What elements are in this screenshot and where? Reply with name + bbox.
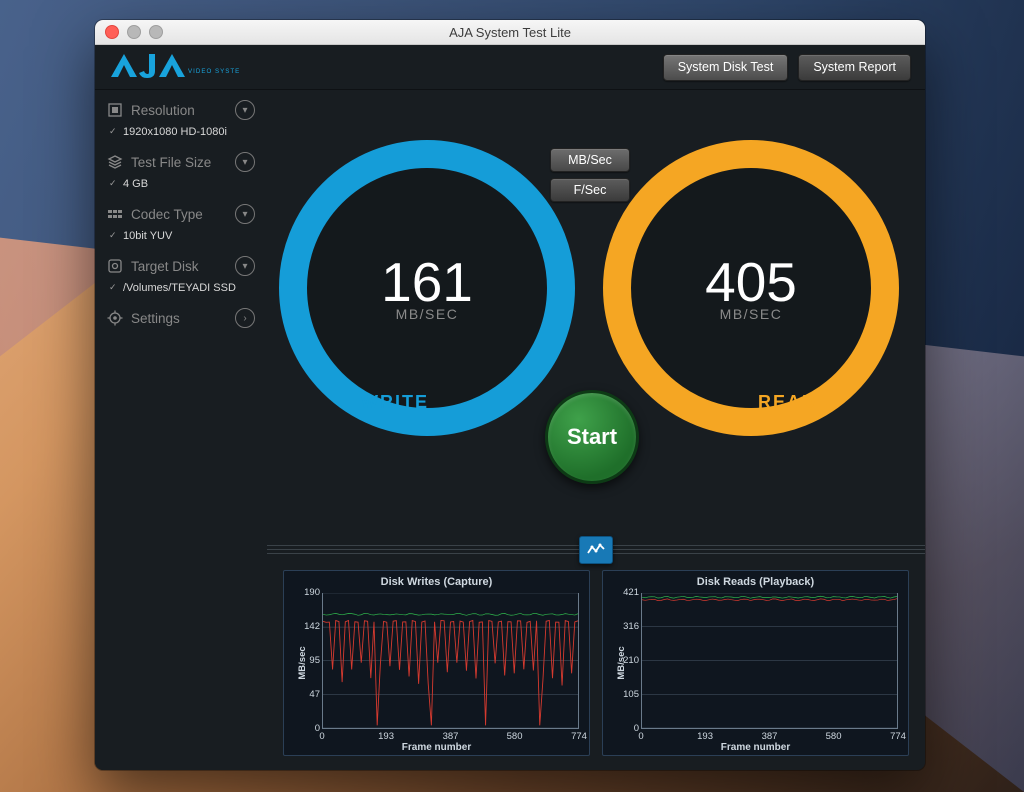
close-icon[interactable] xyxy=(105,25,119,39)
ytick-label: 316 xyxy=(617,621,639,632)
sidebar-item-settings[interactable]: Settings › xyxy=(95,302,267,332)
sidebar: Resolution ▾ 1920x1080 HD-1080i Test Fil… xyxy=(95,90,267,770)
minimize-icon xyxy=(127,25,141,39)
sidebar-item-label: Test File Size xyxy=(131,155,211,170)
xtick-label: 0 xyxy=(319,731,324,742)
app-window: AJA System Test Lite VIDEO SYSTEMS Syste… xyxy=(95,20,925,770)
read-gauge: 405 MB/SEC xyxy=(603,140,899,436)
aja-logo: VIDEO SYSTEMS xyxy=(109,51,239,83)
plot-area xyxy=(641,593,898,729)
xtick-label: 580 xyxy=(507,731,523,742)
xtick-label: 0 xyxy=(638,731,643,742)
chart-xlabel: Frame number xyxy=(603,742,908,753)
app-header: VIDEO SYSTEMS System Disk Test System Re… xyxy=(95,45,925,90)
write-unit: MB/SEC xyxy=(396,306,459,322)
sidebar-item-resolution[interactable]: Resolution ▾ xyxy=(95,94,267,124)
sidebar-item-label: Target Disk xyxy=(131,259,199,274)
chevron-down-icon: ▾ xyxy=(235,100,255,120)
test-file-size-value: 4 GB xyxy=(95,176,267,198)
read-unit: MB/SEC xyxy=(720,306,783,322)
sidebar-item-label: Resolution xyxy=(131,103,195,118)
write-label: WRITE xyxy=(361,392,429,413)
chart-title: Disk Reads (Playback) xyxy=(603,571,908,590)
graph-tab-icon[interactable] xyxy=(579,536,613,564)
ytick-label: 142 xyxy=(298,621,320,632)
xtick-label: 580 xyxy=(826,731,842,742)
chevron-down-icon: ▾ xyxy=(235,256,255,276)
unit-fsec-button[interactable]: F/Sec xyxy=(550,178,630,202)
sidebar-item-label: Settings xyxy=(131,311,180,326)
target-disk-value: /Volumes/TEYADI SSD xyxy=(95,280,267,302)
sidebar-item-label: Codec Type xyxy=(131,207,203,222)
xtick-label: 774 xyxy=(890,731,906,742)
layers-icon xyxy=(107,154,123,170)
ytick-label: 421 xyxy=(617,587,639,598)
codec-icon xyxy=(107,206,123,222)
system-report-button[interactable]: System Report xyxy=(798,54,911,81)
ytick-label: 47 xyxy=(298,689,320,700)
ytick-label: 0 xyxy=(298,723,320,734)
resolution-icon xyxy=(107,102,123,118)
gear-icon xyxy=(107,310,123,326)
zoom-icon xyxy=(149,25,163,39)
xtick-label: 193 xyxy=(697,731,713,742)
svg-text:VIDEO SYSTEMS: VIDEO SYSTEMS xyxy=(188,68,239,75)
read-label: READ xyxy=(758,392,817,413)
write-value: 161 xyxy=(381,255,473,310)
ytick-label: 190 xyxy=(298,587,320,598)
chart-xlabel: Frame number xyxy=(284,742,589,753)
disk-icon xyxy=(107,258,123,274)
system-disk-test-button[interactable]: System Disk Test xyxy=(663,54,789,81)
sidebar-item-target-disk[interactable]: Target Disk ▾ xyxy=(95,250,267,280)
charts-row: Disk Writes (Capture) MB/sec Frame numbe… xyxy=(267,570,925,770)
disk-writes-chart: Disk Writes (Capture) MB/sec Frame numbe… xyxy=(283,570,590,756)
chart-title: Disk Writes (Capture) xyxy=(284,571,589,590)
traffic-lights xyxy=(105,25,163,39)
chevron-right-icon: › xyxy=(235,308,255,328)
codec-type-value: 10bit YUV xyxy=(95,228,267,250)
ytick-label: 210 xyxy=(617,655,639,666)
sidebar-item-codec-type[interactable]: Codec Type ▾ xyxy=(95,198,267,228)
sidebar-item-test-file-size[interactable]: Test File Size ▾ xyxy=(95,146,267,176)
ytick-label: 95 xyxy=(298,655,320,666)
xtick-label: 774 xyxy=(571,731,587,742)
chevron-down-icon: ▾ xyxy=(235,204,255,224)
xtick-label: 387 xyxy=(443,731,459,742)
xtick-label: 387 xyxy=(762,731,778,742)
window-title: AJA System Test Lite xyxy=(95,25,925,40)
resolution-value: 1920x1080 HD-1080i xyxy=(95,124,267,146)
chevron-down-icon: ▾ xyxy=(235,152,255,172)
plot-area xyxy=(322,593,579,729)
unit-toggle: MB/Sec F/Sec xyxy=(550,148,630,202)
divider xyxy=(267,542,925,562)
disk-reads-chart: Disk Reads (Playback) MB/sec Frame numbe… xyxy=(602,570,909,756)
ytick-label: 105 xyxy=(617,689,639,700)
unit-mbsec-button[interactable]: MB/Sec xyxy=(550,148,630,172)
read-value: 405 xyxy=(705,255,797,310)
main-panel: 161 MB/SEC WRITE 405 MB/SEC READ MB/Sec … xyxy=(267,90,925,770)
start-button[interactable]: Start xyxy=(545,390,639,484)
titlebar[interactable]: AJA System Test Lite xyxy=(95,20,925,45)
ytick-label: 0 xyxy=(617,723,639,734)
xtick-label: 193 xyxy=(378,731,394,742)
